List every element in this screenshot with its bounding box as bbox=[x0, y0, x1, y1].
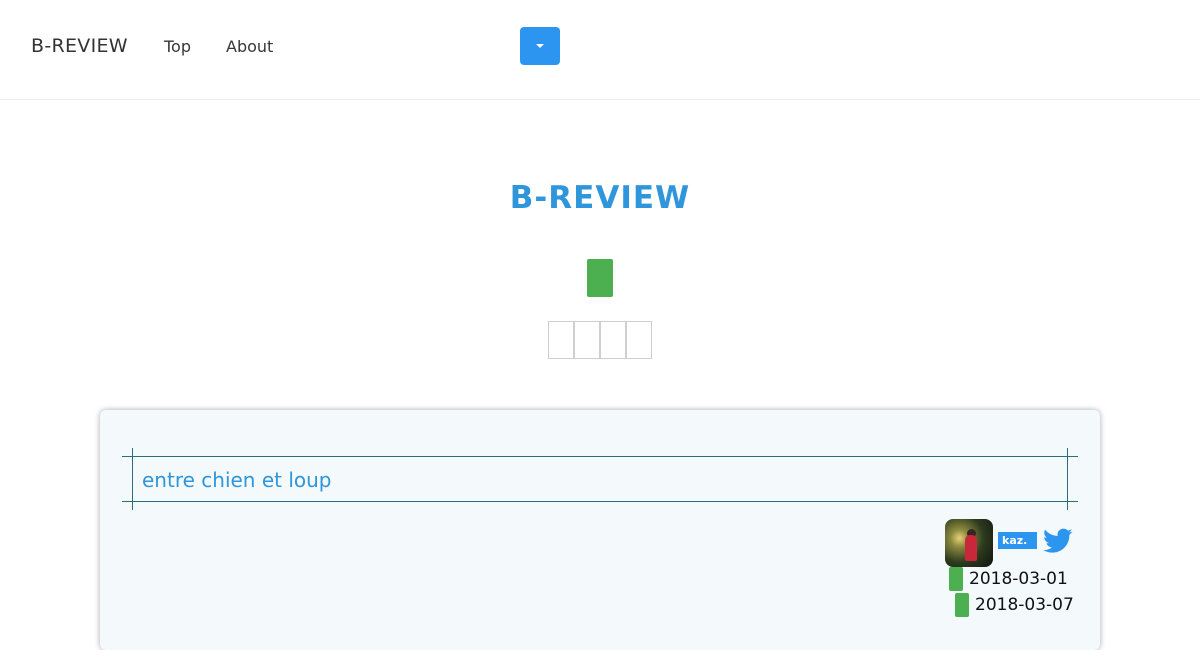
review-card: entre chien et loup kaz. 2018-03-01 2018… bbox=[100, 410, 1100, 650]
twitter-icon[interactable] bbox=[1043, 528, 1073, 554]
frame-line-bottom bbox=[122, 501, 1078, 502]
date-icon bbox=[949, 567, 963, 591]
avatar-figure bbox=[965, 535, 977, 561]
brand-link[interactable]: B-REVIEW bbox=[31, 35, 128, 57]
nav-link-about[interactable]: About bbox=[226, 37, 273, 56]
icon-button[interactable] bbox=[600, 321, 626, 359]
date-row: 2018-03-07 bbox=[955, 593, 1074, 617]
navbar: B-REVIEW Top About bbox=[0, 0, 1200, 100]
icon-button[interactable] bbox=[626, 321, 652, 359]
date-row: 2018-03-01 bbox=[949, 567, 1068, 591]
dropdown-toggle-button[interactable] bbox=[520, 27, 560, 65]
review-title-link[interactable]: entre chien et loup bbox=[142, 468, 332, 492]
page-title: B-REVIEW bbox=[509, 180, 691, 216]
date-icon bbox=[955, 593, 969, 617]
icon-button[interactable] bbox=[548, 321, 574, 359]
frame-line-right bbox=[1067, 448, 1068, 510]
icon-button[interactable] bbox=[574, 321, 600, 359]
username-badge[interactable]: kaz. bbox=[998, 532, 1037, 549]
icon-button-group bbox=[548, 321, 652, 359]
frame-line-left bbox=[132, 448, 133, 510]
date-text: 2018-03-07 bbox=[975, 595, 1074, 615]
nav-link-top[interactable]: Top bbox=[164, 37, 191, 56]
icon-placeholder bbox=[587, 259, 613, 297]
date-text: 2018-03-01 bbox=[969, 569, 1068, 589]
frame-line-top bbox=[122, 456, 1078, 457]
user-avatar[interactable] bbox=[945, 519, 993, 567]
caret-down-icon bbox=[536, 44, 544, 48]
